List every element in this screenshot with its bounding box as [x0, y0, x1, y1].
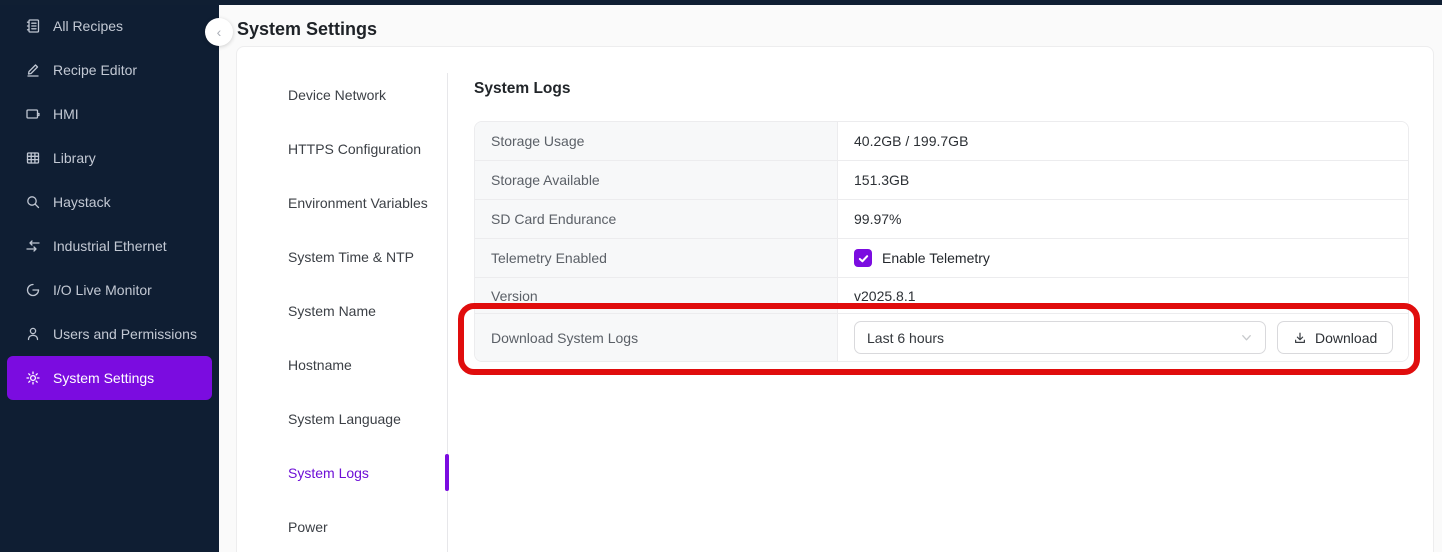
- subnav-item-label: Environment Variables: [288, 195, 428, 211]
- sidebar-item-label: System Settings: [53, 370, 154, 386]
- page-title: System Settings: [237, 19, 377, 40]
- table-row-telemetry-enabled: Telemetry Enabled Enable Telemetry: [475, 239, 1408, 278]
- sidebar-item-label: HMI: [53, 106, 79, 122]
- users-icon: [25, 326, 41, 342]
- checkmark-icon: [858, 253, 869, 264]
- top-edge-strip: [0, 0, 1442, 5]
- sidebar-item-industrial-ethernet[interactable]: Industrial Ethernet: [7, 224, 212, 268]
- subnav-item-system-name[interactable]: System Name: [237, 284, 447, 338]
- sidebar: All Recipes Recipe Editor HMI Library: [0, 0, 219, 552]
- chevron-left-icon: ‹: [217, 24, 222, 40]
- subnav-item-system-language[interactable]: System Language: [237, 392, 447, 446]
- system-logs-table: Storage Usage 40.2GB / 199.7GB Storage A…: [474, 121, 1409, 362]
- subnav-item-label: System Language: [288, 411, 401, 427]
- sidebar-item-label: All Recipes: [53, 18, 123, 34]
- io-monitor-icon: [25, 282, 41, 298]
- table-row-sd-card-endurance: SD Card Endurance 99.97%: [475, 200, 1408, 239]
- settings-card: Device Network HTTPS Configuration Envir…: [236, 46, 1434, 552]
- row-value: v2025.8.1: [838, 278, 1408, 313]
- subnav-item-label: System Time & NTP: [288, 249, 414, 265]
- download-button[interactable]: Download: [1277, 321, 1393, 354]
- row-value: 151.3GB: [838, 161, 1408, 199]
- sidebar-item-label: Industrial Ethernet: [53, 238, 167, 254]
- sidebar-item-library[interactable]: Library: [7, 136, 212, 180]
- search-icon: [25, 194, 41, 210]
- table-row-storage-usage: Storage Usage 40.2GB / 199.7GB: [475, 122, 1408, 161]
- log-range-select[interactable]: Last 6 hours: [854, 321, 1266, 354]
- recipes-icon: [25, 18, 41, 34]
- subnav-item-https-configuration[interactable]: HTTPS Configuration: [237, 122, 447, 176]
- subnav-active-indicator: [445, 454, 449, 491]
- ethernet-icon: [25, 238, 41, 254]
- sidebar-item-label: Haystack: [53, 194, 111, 210]
- row-label: SD Card Endurance: [475, 200, 838, 238]
- grid-icon: [25, 150, 41, 166]
- row-label: Download System Logs: [475, 314, 838, 361]
- pencil-icon: [25, 62, 41, 78]
- sidebar-list: All Recipes Recipe Editor HMI Library: [0, 0, 219, 400]
- checkbox-label: Enable Telemetry: [882, 250, 990, 266]
- sidebar-item-users-and-permissions[interactable]: Users and Permissions: [7, 312, 212, 356]
- sidebar-item-all-recipes[interactable]: All Recipes: [7, 4, 212, 48]
- log-range-select-value: Last 6 hours: [867, 330, 1240, 346]
- main-area: System Settings Device Network HTTPS Con…: [219, 0, 1442, 552]
- sidebar-item-label: Users and Permissions: [53, 326, 197, 342]
- table-row-storage-available: Storage Available 151.3GB: [475, 161, 1408, 200]
- subnav-item-system-logs[interactable]: System Logs: [237, 446, 447, 500]
- app-root: All Recipes Recipe Editor HMI Library: [0, 0, 1442, 552]
- row-label: Version: [475, 278, 838, 313]
- settings-subnav-list: Device Network HTTPS Configuration Envir…: [237, 47, 447, 552]
- row-value: 99.97%: [838, 200, 1408, 238]
- sidebar-collapse-button[interactable]: ‹: [205, 18, 233, 46]
- subnav-item-label: System Name: [288, 303, 376, 319]
- download-icon: [1293, 331, 1307, 345]
- download-button-label: Download: [1315, 330, 1377, 346]
- row-value: 40.2GB / 199.7GB: [838, 122, 1408, 160]
- row-label: Telemetry Enabled: [475, 239, 838, 277]
- subnav-item-environment-variables[interactable]: Environment Variables: [237, 176, 447, 230]
- row-value: Enable Telemetry: [838, 239, 1408, 277]
- section-heading: System Logs: [474, 80, 570, 98]
- sidebar-item-hmi[interactable]: HMI: [7, 92, 212, 136]
- settings-subnav: Device Network HTTPS Configuration Envir…: [237, 47, 447, 552]
- row-label: Storage Usage: [475, 122, 838, 160]
- table-row-download-system-logs: Download System Logs Last 6 hours Downlo…: [475, 314, 1408, 361]
- gear-icon: [25, 370, 41, 386]
- sidebar-item-system-settings[interactable]: System Settings: [7, 356, 212, 400]
- table-row-version: Version v2025.8.1: [475, 278, 1408, 314]
- chevron-down-icon: [1240, 331, 1253, 344]
- row-value: Last 6 hours Download: [838, 314, 1408, 361]
- sidebar-item-label: Recipe Editor: [53, 62, 137, 78]
- subnav-item-power[interactable]: Power: [237, 500, 447, 552]
- row-label: Storage Available: [475, 161, 838, 199]
- sidebar-item-label: Library: [53, 150, 96, 166]
- sidebar-item-haystack[interactable]: Haystack: [7, 180, 212, 224]
- subnav-item-label: System Logs: [288, 465, 369, 481]
- subnav-item-label: Device Network: [288, 87, 386, 103]
- subnav-item-label: HTTPS Configuration: [288, 141, 421, 157]
- sidebar-item-recipe-editor[interactable]: Recipe Editor: [7, 48, 212, 92]
- subnav-item-label: Power: [288, 519, 328, 535]
- monitor-icon: [25, 106, 41, 122]
- subnav-item-label: Hostname: [288, 357, 352, 373]
- subnav-item-system-time-ntp[interactable]: System Time & NTP: [237, 230, 447, 284]
- enable-telemetry-checkbox[interactable]: [854, 249, 872, 267]
- subnav-item-hostname[interactable]: Hostname: [237, 338, 447, 392]
- subnav-item-device-network[interactable]: Device Network: [237, 68, 447, 122]
- sidebar-item-label: I/O Live Monitor: [53, 282, 152, 298]
- sidebar-item-io-live-monitor[interactable]: I/O Live Monitor: [7, 268, 212, 312]
